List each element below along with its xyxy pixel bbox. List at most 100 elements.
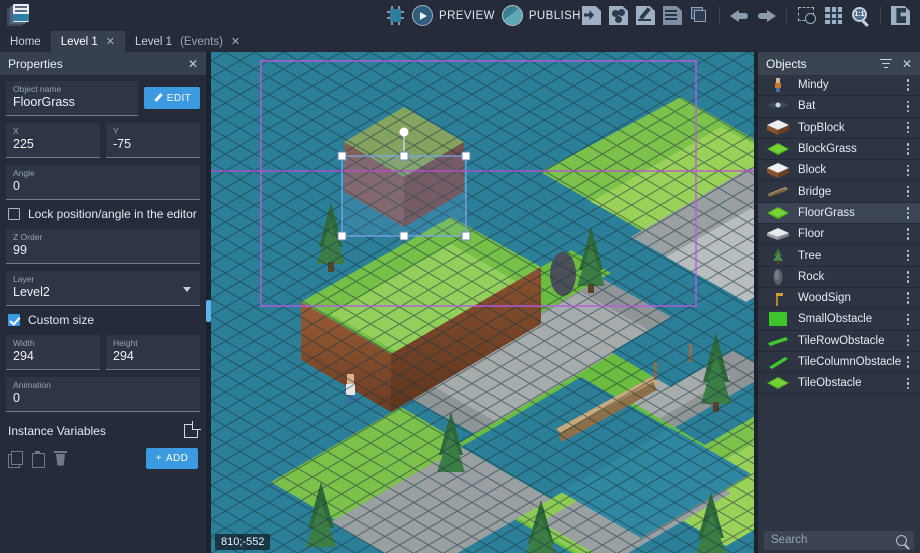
cursor-coordinates: 810;-552	[215, 534, 270, 550]
object-list-item[interactable]: Bridge	[758, 181, 920, 202]
object-menu-icon[interactable]	[902, 186, 914, 198]
animation-field[interactable]: Animation 0	[6, 377, 200, 412]
search-input[interactable]: Search	[764, 531, 914, 550]
object-name-value: FloorGrass	[13, 95, 131, 110]
object-list-item[interactable]: TileRowObstacle	[758, 331, 920, 352]
tab-level-1-events[interactable]: Level 1 (Events) ✕	[125, 31, 250, 52]
tab-label: Level 1	[61, 36, 98, 48]
filter-icon[interactable]	[880, 59, 892, 69]
object-list-item[interactable]: Bat	[758, 96, 920, 117]
object-menu-icon[interactable]	[902, 101, 914, 113]
object-thumbnail-icon	[764, 226, 792, 243]
object-name: Bat	[798, 100, 902, 112]
zoom-reset-icon[interactable]: 1:1	[849, 4, 872, 27]
object-list-item[interactable]: TileObstacle	[758, 373, 920, 394]
object-menu-icon[interactable]	[902, 165, 914, 177]
object-name: Bridge	[798, 186, 902, 198]
object-list-item[interactable]: BlockGrass	[758, 139, 920, 160]
y-value: -75	[113, 137, 193, 152]
tab-close-icon[interactable]: ✕	[231, 35, 240, 48]
objects-panel: Objects ✕ Mindy Bat TopBlock BlockGrass Bloc…	[758, 52, 920, 553]
gdevelop-logo-icon[interactable]	[7, 4, 33, 28]
y-field[interactable]: Y -75	[106, 123, 200, 158]
height-field[interactable]: Height 294	[106, 335, 200, 370]
edit-button[interactable]: EDIT	[144, 87, 200, 109]
properties-panel: Properties ✕ Object name FloorGrass EDIT…	[0, 52, 206, 553]
objects-search-row: Search	[758, 527, 920, 553]
custom-size-checkbox[interactable]	[8, 314, 20, 326]
add-variable-button[interactable]: + ADD	[146, 448, 198, 469]
lock-position-checkbox[interactable]	[8, 208, 20, 220]
object-list-item[interactable]: TopBlock	[758, 118, 920, 139]
undo-icon[interactable]	[728, 4, 751, 27]
tab-bar: Home Level 1 ✕ Level 1 (Events) ✕	[0, 31, 920, 52]
toolbar-divider	[719, 7, 720, 24]
width-value: 294	[13, 349, 93, 364]
object-list-item[interactable]: Floor	[758, 224, 920, 245]
open-external-icon[interactable]	[184, 424, 198, 438]
object-menu-icon[interactable]	[902, 207, 914, 219]
width-field[interactable]: Width 294	[6, 335, 100, 370]
object-list-item[interactable]: WoodSign	[758, 288, 920, 309]
close-icon[interactable]: ✕	[188, 57, 198, 71]
add-scene-icon[interactable]	[580, 4, 603, 27]
object-menu-icon[interactable]	[902, 314, 914, 326]
object-groups-icon[interactable]	[607, 4, 630, 27]
grid-icon[interactable]	[822, 4, 845, 27]
object-name: Mindy	[798, 79, 902, 91]
edit-properties-icon[interactable]	[634, 4, 657, 27]
scene-settings-icon[interactable]	[889, 4, 912, 27]
lock-position-row[interactable]: Lock position/angle in the editor	[8, 207, 200, 221]
selection-mask-icon[interactable]	[795, 4, 818, 27]
object-list-item[interactable]: SmallObstacle	[758, 309, 920, 330]
object-menu-icon[interactable]	[902, 335, 914, 347]
z-order-field[interactable]: Z Order 99	[6, 229, 200, 264]
layer-select[interactable]: Layer Level2	[6, 271, 200, 306]
angle-value: 0	[13, 179, 193, 194]
objects-title: Objects	[766, 57, 807, 71]
width-label: Width	[13, 338, 93, 349]
paste-icon[interactable]	[31, 451, 45, 467]
object-list-item[interactable]: TileColumnObstacle	[758, 352, 920, 373]
object-menu-icon[interactable]	[902, 79, 914, 91]
close-icon[interactable]: ✕	[902, 57, 912, 71]
custom-size-label: Custom size	[28, 313, 94, 327]
object-menu-icon[interactable]	[902, 250, 914, 262]
layers-icon[interactable]	[688, 4, 711, 27]
project-manager-icon[interactable]	[386, 6, 405, 25]
object-list-item[interactable]: Block	[758, 160, 920, 181]
toolbar-divider	[786, 7, 787, 24]
redo-icon[interactable]	[755, 4, 778, 27]
object-menu-icon[interactable]	[902, 143, 914, 155]
object-name: TileRowObstacle	[798, 335, 902, 347]
object-list-item[interactable]: Tree	[758, 245, 920, 266]
preview-button[interactable]: PREVIEW	[412, 5, 495, 26]
objects-panel-header: Objects ✕	[758, 52, 920, 75]
object-name: TileColumnObstacle	[798, 356, 902, 368]
object-list-item[interactable]: FloorGrass	[758, 203, 920, 224]
tab-level-1[interactable]: Level 1 ✕	[51, 31, 125, 52]
object-list-item[interactable]: Rock	[758, 267, 920, 288]
custom-size-row[interactable]: Custom size	[8, 313, 200, 327]
object-name: Block	[798, 164, 902, 176]
scene-canvas[interactable]: 810;-552	[211, 52, 754, 553]
x-field[interactable]: X 225	[6, 123, 100, 158]
layer-label: Layer	[13, 274, 193, 285]
object-name-field[interactable]: Object name FloorGrass	[6, 81, 138, 116]
object-menu-icon[interactable]	[902, 228, 914, 240]
tab-home[interactable]: Home	[0, 31, 51, 52]
object-menu-icon[interactable]	[902, 378, 914, 390]
tab-close-icon[interactable]: ✕	[106, 35, 115, 48]
object-menu-icon[interactable]	[902, 122, 914, 134]
object-thumbnail-icon	[764, 141, 792, 158]
object-list-icon[interactable]	[661, 4, 684, 27]
angle-field[interactable]: Angle 0	[6, 165, 200, 200]
delete-icon[interactable]	[54, 451, 68, 467]
publish-button[interactable]: PUBLISH	[502, 5, 581, 26]
object-name: TopBlock	[798, 122, 902, 134]
object-menu-icon[interactable]	[902, 356, 914, 368]
copy-icon[interactable]	[8, 451, 22, 467]
object-list-item[interactable]: Mindy	[758, 75, 920, 96]
object-menu-icon[interactable]	[902, 292, 914, 304]
object-menu-icon[interactable]	[902, 271, 914, 283]
